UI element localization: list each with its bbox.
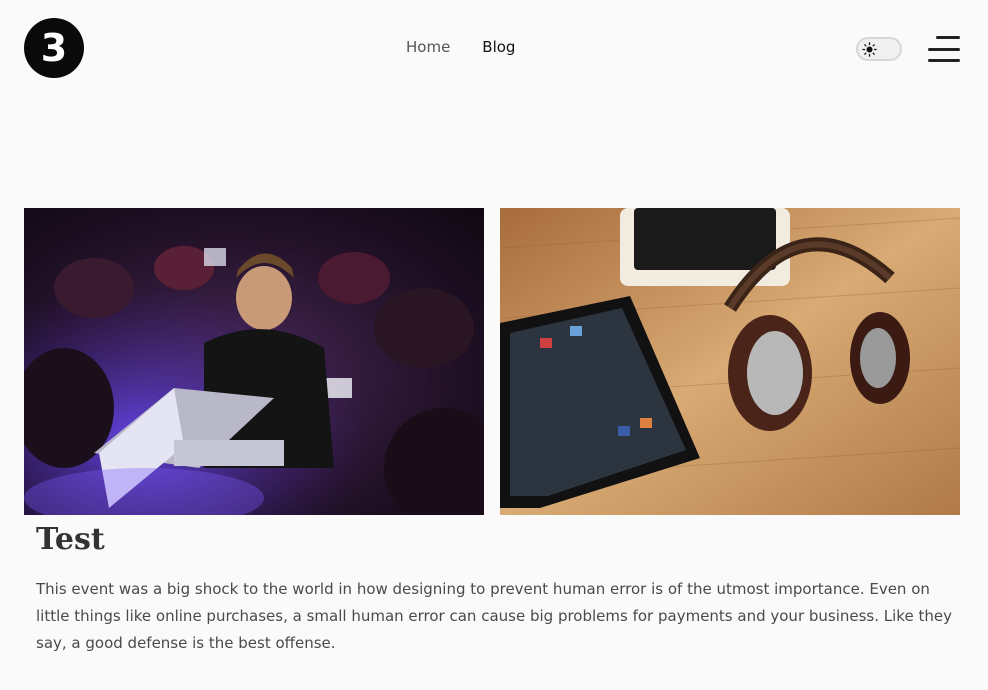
theme-toggle[interactable] — [856, 37, 902, 61]
nav-blog-link[interactable]: Blog — [482, 38, 515, 56]
post-excerpt: This event was a big shock to the world … — [36, 580, 952, 652]
gallery-image-tablet-headphones[interactable] — [500, 208, 960, 515]
hamburger-menu-icon[interactable] — [926, 36, 960, 62]
menu-line — [928, 59, 960, 62]
main-nav: Home Blog — [406, 38, 515, 56]
sun-icon — [861, 41, 878, 58]
nav-home-link[interactable]: Home — [406, 38, 450, 56]
menu-line — [928, 47, 960, 51]
menu-line — [936, 36, 960, 39]
gallery-image-laptop-event[interactable] — [24, 208, 484, 515]
site-header: 3 Home Blog — [0, 0, 988, 96]
post-gallery — [24, 208, 960, 515]
site-logo[interactable]: 3 — [24, 18, 84, 78]
post-title[interactable]: Test — [36, 522, 105, 557]
